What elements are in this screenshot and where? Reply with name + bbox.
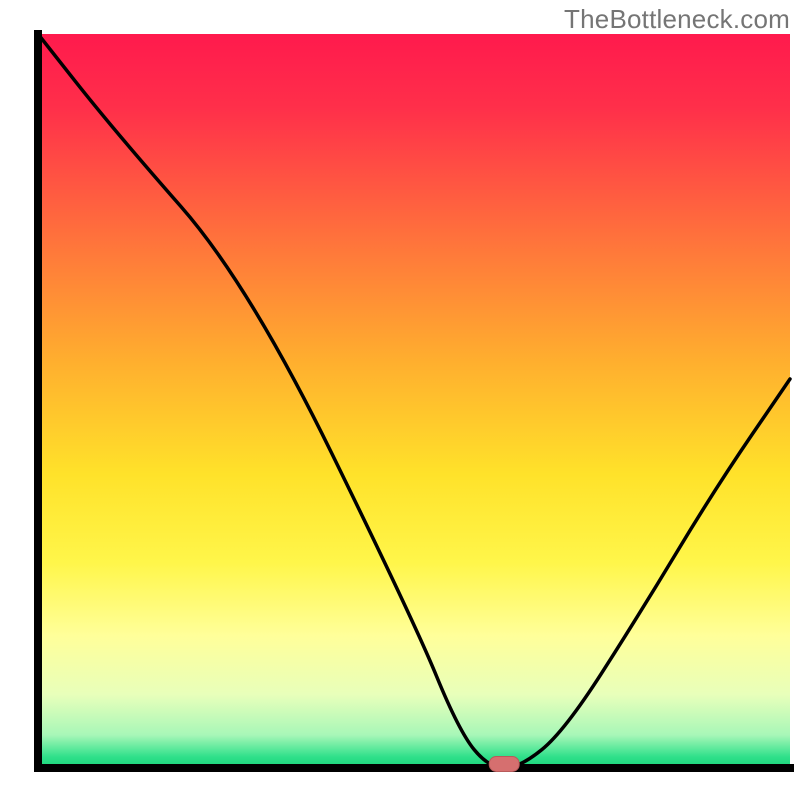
bottleneck-chart bbox=[0, 0, 800, 800]
optimal-marker bbox=[489, 757, 519, 772]
chart-container: TheBottleneck.com bbox=[0, 0, 800, 800]
plot-background bbox=[38, 34, 790, 768]
watermark-text: TheBottleneck.com bbox=[564, 4, 790, 35]
